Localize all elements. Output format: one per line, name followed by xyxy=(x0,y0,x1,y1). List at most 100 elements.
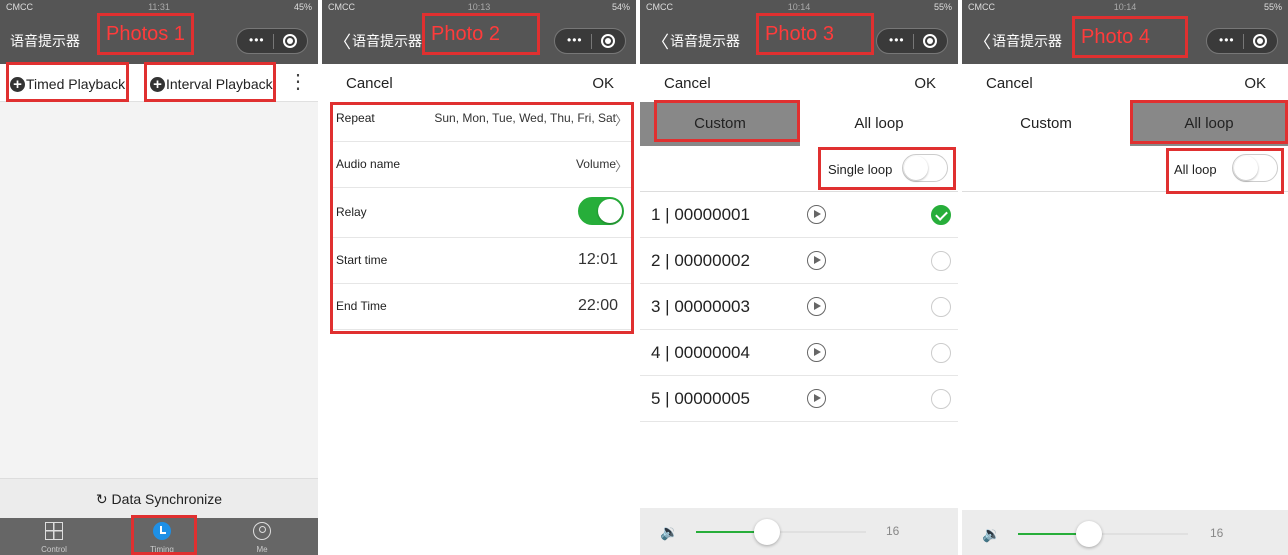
check-icon[interactable] xyxy=(931,343,951,363)
track-row[interactable]: 1 | 00000001 xyxy=(640,192,958,238)
more-dots-icon[interactable]: ••• xyxy=(889,33,905,47)
tab-label: Me xyxy=(256,545,268,554)
track-label: 2 | 00000002 xyxy=(651,251,750,270)
track-list: 1 | 00000001 2 | 00000002 3 | 00000003 4… xyxy=(640,192,958,424)
track-row[interactable]: 2 | 00000002 xyxy=(640,238,958,284)
more-vert-icon[interactable]: ⋮ xyxy=(288,72,308,92)
close-target-icon[interactable] xyxy=(923,34,937,48)
clock-time: 10:13 xyxy=(467,2,491,12)
clock-time: 11:31 xyxy=(148,2,170,12)
highlight-box xyxy=(6,62,129,102)
volume-bar: 🔉 16 xyxy=(962,510,1288,555)
cancel-button[interactable]: Cancel xyxy=(346,75,393,92)
track-label: 4 | 00000004 xyxy=(651,343,750,362)
track-label: 5 | 00000005 xyxy=(651,389,750,408)
data-synchronize-button[interactable]: ↻ Data Synchronize xyxy=(0,478,318,518)
battery-level: 55% xyxy=(1263,2,1282,12)
battery-level: 54% xyxy=(611,2,630,12)
tab-control[interactable]: Control xyxy=(24,518,84,555)
highlight-box xyxy=(1166,148,1284,194)
custom-tab[interactable]: Custom xyxy=(962,102,1130,146)
play-icon[interactable] xyxy=(807,205,826,224)
tab-label: Control xyxy=(41,545,67,554)
highlight-box xyxy=(1130,100,1288,144)
status-bar: CMCC 10:13 54% xyxy=(322,0,636,14)
check-icon[interactable] xyxy=(931,205,951,225)
speaker-icon: 🔉 xyxy=(660,524,679,541)
capsule-divider xyxy=(913,34,914,49)
close-target-icon[interactable] xyxy=(283,34,297,48)
cancel-button[interactable]: Cancel xyxy=(664,75,711,92)
volume-value: 16 xyxy=(886,524,900,538)
highlight-box xyxy=(144,62,276,102)
volume-knob[interactable] xyxy=(1076,521,1103,547)
person-icon xyxy=(253,522,271,540)
track-row[interactable]: 3 | 00000003 xyxy=(640,284,958,330)
volume-bar: 🔉 16 xyxy=(640,508,958,555)
cancel-button[interactable]: Cancel xyxy=(986,75,1033,92)
ok-button[interactable]: OK xyxy=(592,75,614,92)
play-icon[interactable] xyxy=(807,343,826,362)
status-bar: CMCC 10:14 55% xyxy=(962,0,1288,14)
close-target-icon[interactable] xyxy=(1253,34,1267,48)
highlight-box xyxy=(818,147,956,190)
speaker-icon: 🔉 xyxy=(982,526,1001,543)
status-bar: CMCC 10:14 55% xyxy=(640,0,958,14)
volume-slider[interactable] xyxy=(696,519,866,545)
mini-program-capsule[interactable]: ••• xyxy=(554,28,626,54)
more-dots-icon[interactable]: ••• xyxy=(1219,33,1235,47)
page-title: 语音提示器 xyxy=(352,33,422,49)
photo-tag: Photo 4 xyxy=(1072,16,1188,58)
more-dots-icon[interactable]: ••• xyxy=(249,33,265,47)
screen-photo-3: CMCC 10:14 55% 〈 语音提示器 ••• Photo 3 Cance… xyxy=(640,0,958,555)
capsule-divider xyxy=(591,34,592,49)
volume-value: 16 xyxy=(1210,526,1224,540)
mini-program-capsule[interactable]: ••• xyxy=(236,28,308,54)
close-target-icon[interactable] xyxy=(601,34,615,48)
mini-program-capsule[interactable]: ••• xyxy=(1206,28,1278,54)
screen-photo-1: CMCC 11:31 45% 语音提示器 ••• Photos 1 + Time… xyxy=(0,0,318,555)
volume-slider[interactable] xyxy=(1018,521,1188,547)
tab-me[interactable]: Me xyxy=(232,518,292,555)
track-row[interactable]: 5 | 00000005 xyxy=(640,376,958,422)
battery-level: 55% xyxy=(933,2,952,12)
page-title: 语音提示器 xyxy=(992,33,1062,49)
more-dots-icon[interactable]: ••• xyxy=(567,33,583,47)
dialog-header: Cancel OK xyxy=(962,64,1288,102)
play-icon[interactable] xyxy=(807,251,826,270)
grid-icon xyxy=(45,522,63,540)
play-icon[interactable] xyxy=(807,389,826,408)
highlight-box xyxy=(131,515,197,555)
back-icon[interactable]: 〈 xyxy=(334,28,351,53)
ok-button[interactable]: OK xyxy=(914,75,936,92)
capsule-divider xyxy=(273,34,274,49)
back-icon[interactable]: 〈 xyxy=(652,28,669,53)
status-bar: CMCC 11:31 45% xyxy=(0,0,318,14)
check-icon[interactable] xyxy=(931,389,951,409)
mini-program-capsule[interactable]: ••• xyxy=(876,28,948,54)
all-loop-tab[interactable]: All loop xyxy=(800,102,958,146)
clock-time: 10:14 xyxy=(1113,2,1137,12)
photo-tag: Photos 1 xyxy=(97,13,194,55)
ok-button[interactable]: OK xyxy=(1244,75,1266,92)
back-icon[interactable]: 〈 xyxy=(974,28,991,53)
track-label: 1 | 00000001 xyxy=(651,205,750,224)
photo-tag: Photo 2 xyxy=(422,13,540,55)
dialog-header: Cancel OK xyxy=(640,64,958,102)
play-icon[interactable] xyxy=(807,297,826,316)
page-title: 语音提示器 xyxy=(10,33,80,49)
highlight-box xyxy=(654,100,800,142)
track-label: 3 | 00000003 xyxy=(651,297,750,316)
photo-tag: Photo 3 xyxy=(756,13,874,55)
battery-level: 45% xyxy=(293,2,312,12)
screen-photo-4: CMCC 10:14 55% 〈 语音提示器 ••• Photo 4 Cance… xyxy=(962,0,1288,555)
sync-icon: ↻ xyxy=(95,491,108,507)
sync-label: Data Synchronize xyxy=(111,491,223,507)
page-title: 语音提示器 xyxy=(670,33,740,49)
check-icon[interactable] xyxy=(931,251,951,271)
volume-knob[interactable] xyxy=(754,519,781,545)
clock-time: 10:14 xyxy=(787,2,811,12)
capsule-divider xyxy=(1243,34,1244,49)
track-row[interactable]: 4 | 00000004 xyxy=(640,330,958,376)
check-icon[interactable] xyxy=(931,297,951,317)
